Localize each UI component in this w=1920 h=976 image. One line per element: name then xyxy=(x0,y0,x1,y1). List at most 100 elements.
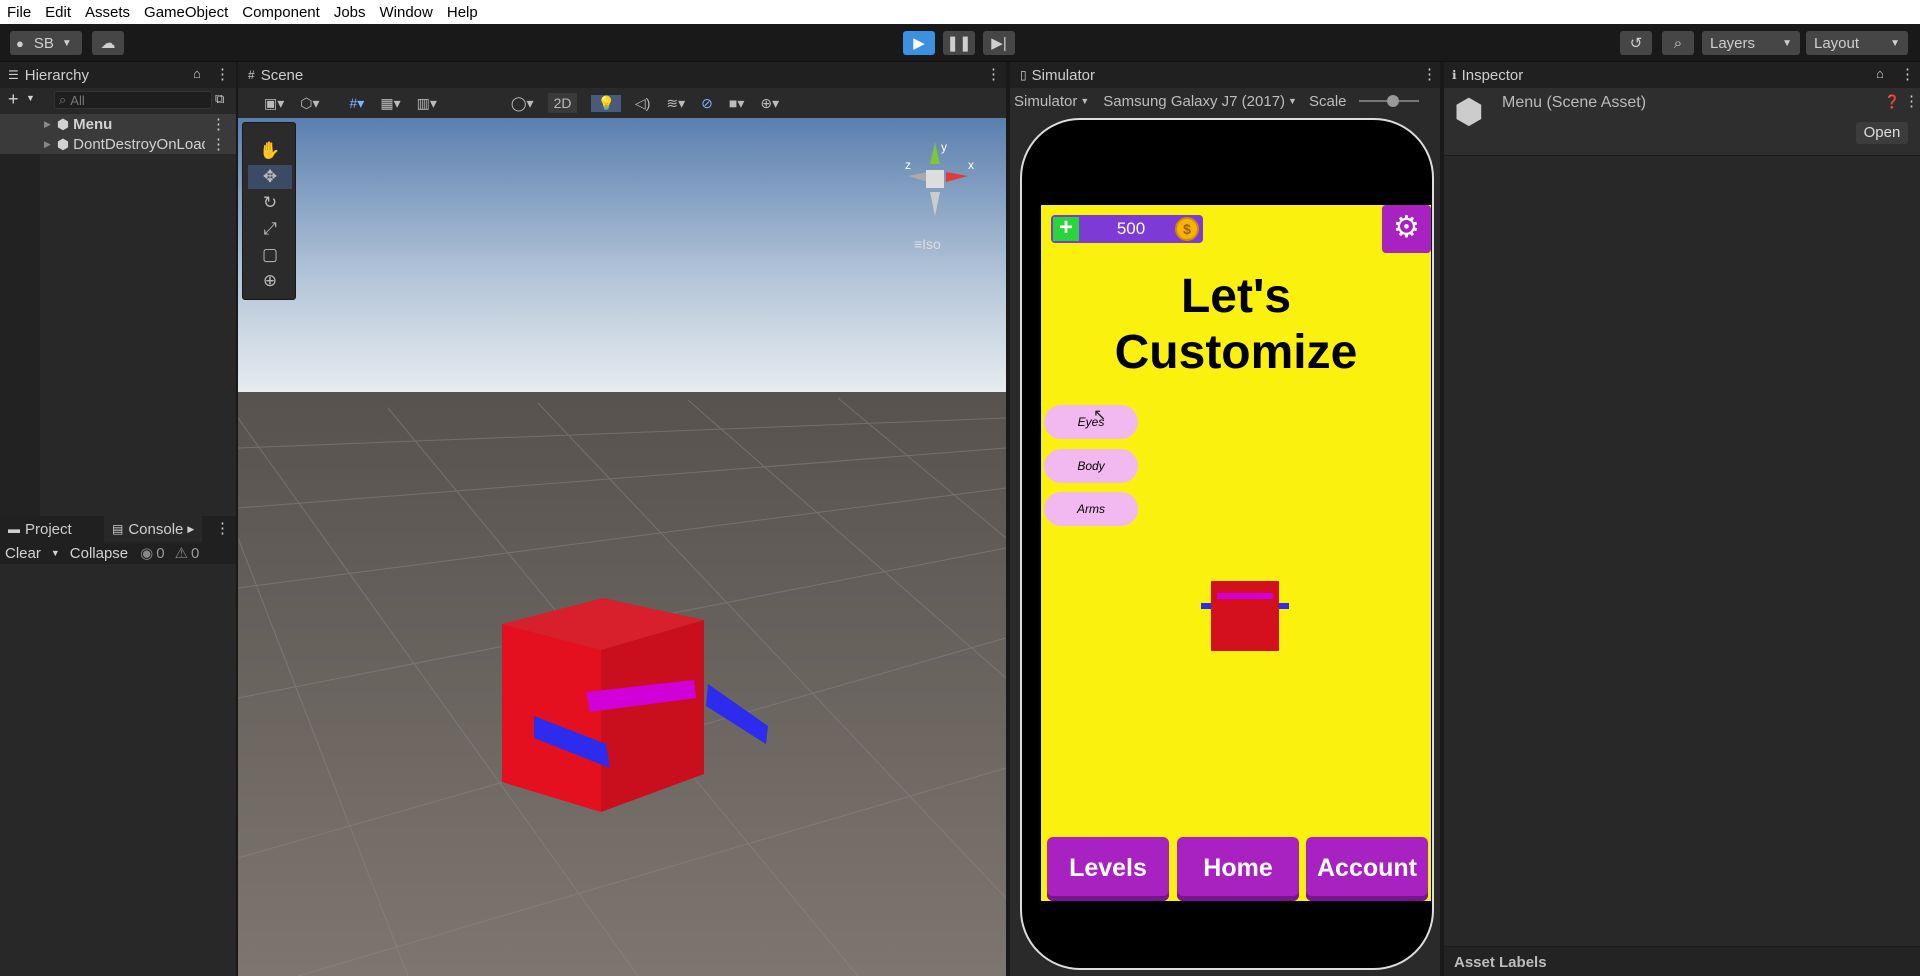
menu-help[interactable]: Help xyxy=(440,4,485,21)
chevron-down-icon[interactable]: ▼ xyxy=(51,548,60,558)
game-screen[interactable]: + 500 $ ⚙ Let's Customize Eyes Body Arms… xyxy=(1041,205,1431,901)
hand-icon: ✋ xyxy=(259,141,281,160)
warning-icon[interactable]: ⚠ xyxy=(175,544,188,562)
cloud-icon: ☁ xyxy=(100,35,116,52)
kebab-menu-icon[interactable]: ⋮ xyxy=(215,519,230,537)
scale-slider[interactable] xyxy=(1358,95,1419,107)
menu-jobs[interactable]: Jobs xyxy=(327,4,373,21)
category-eyes-button[interactable]: Eyes xyxy=(1044,405,1138,439)
device-dropdown[interactable]: Samsung Galaxy J7 (2017) xyxy=(1103,93,1285,110)
clear-button[interactable]: Clear xyxy=(5,545,41,562)
nav-levels-button[interactable]: Levels xyxy=(1047,837,1169,901)
kebab-menu-icon[interactable]: ⋮ xyxy=(986,65,1001,83)
scale-tool[interactable]: ⤢ xyxy=(248,217,292,241)
simulator-mode-dropdown[interactable]: Simulator xyxy=(1014,93,1077,110)
open-button[interactable]: Open xyxy=(1856,122,1908,144)
kebab-menu-icon[interactable]: ⋮ xyxy=(1422,65,1437,83)
gizmos-icon[interactable]: ⊕▾ xyxy=(760,95,779,112)
hierarchy-item-menu[interactable]: ▶ ⬢ Menu ⋮ xyxy=(0,114,236,134)
account-dropdown[interactable]: ● SB ▼ xyxy=(10,31,82,55)
layers-label: Layers xyxy=(1710,34,1756,52)
render-mode-icon[interactable]: ⬡▾ xyxy=(300,95,319,112)
tab-hierarchy[interactable]: ☰ Hierarchy xyxy=(8,62,89,88)
rotate-tool[interactable]: ↻ xyxy=(248,191,292,215)
cloud-button[interactable]: ☁ xyxy=(92,31,124,55)
rect-tool[interactable]: ▢ xyxy=(248,243,292,267)
grid-snap-icon[interactable]: #▾ xyxy=(350,95,365,112)
menu-gameobject[interactable]: GameObject xyxy=(137,4,235,21)
hierarchy-header: ☰ Hierarchy ⌂ ⋮ xyxy=(0,62,236,88)
lighting-icon[interactable]: 💡 xyxy=(591,94,621,112)
category-arms-button[interactable]: Arms xyxy=(1044,492,1138,526)
lock-icon[interactable]: ⌂ xyxy=(1876,66,1884,81)
move-icon: ✥ xyxy=(262,167,278,186)
camera-icon[interactable]: ■▾ xyxy=(729,95,744,112)
device-frame: + 500 $ ⚙ Let's Customize Eyes Body Arms… xyxy=(1020,118,1434,970)
scene-toolbar: ▣▾ ⬡▾ #▾ ▦▾ ▥▾ ◯▾ 2D 💡 ◁) ≋▾ ⊘ ■▾ ⊕▾ xyxy=(238,88,1006,118)
mode-2d-button[interactable]: 2D xyxy=(547,93,578,113)
kebab-menu-icon[interactable]: ⋮ xyxy=(215,65,230,83)
effects-icon[interactable]: ≋▾ xyxy=(666,95,685,112)
tab-console[interactable]: ▤ Console ▶ xyxy=(104,516,203,542)
layout-dropdown[interactable]: Layout ▼ xyxy=(1806,31,1908,55)
chevron-down-icon[interactable]: ▼ xyxy=(26,93,35,103)
tab-inspector[interactable]: ℹ Inspector xyxy=(1452,62,1523,88)
play-button[interactable]: ▶ xyxy=(903,31,935,55)
lock-icon[interactable]: ⌂ xyxy=(193,66,201,81)
scale-slider-handle[interactable] xyxy=(1386,95,1399,107)
kebab-menu-icon[interactable]: ⋮ xyxy=(1904,92,1919,110)
category-label: Body xyxy=(1077,459,1105,473)
transform-tool[interactable]: ⊕ xyxy=(248,269,292,293)
hierarchy-search-input[interactable]: ⌕ All xyxy=(54,91,212,109)
scene-viewport xyxy=(238,118,1006,976)
layers-dropdown[interactable]: Layers ▼ xyxy=(1702,31,1800,55)
projection-label[interactable]: ≡Iso xyxy=(914,236,941,252)
hierarchy-item-dontdestroyonload[interactable]: ▶ ⬢ DontDestroyOnLoad ⋮ xyxy=(0,134,236,154)
step-button[interactable]: ▶| xyxy=(983,31,1015,55)
history-button[interactable]: ↺ xyxy=(1620,31,1652,55)
expand-icon[interactable]: ⧉ xyxy=(215,91,224,107)
coin-count: 500 xyxy=(1116,219,1146,238)
mouse-cursor-icon: ↖ xyxy=(1093,407,1107,424)
tab-scene[interactable]: # Scene xyxy=(248,62,303,88)
rotate-icon: ↻ xyxy=(262,193,278,212)
increment-snap-icon[interactable]: ▦▾ xyxy=(380,95,400,112)
category-label: Arms xyxy=(1077,502,1105,516)
collapse-button[interactable]: Collapse xyxy=(70,545,128,562)
search-icon: ⌕ xyxy=(1673,34,1683,52)
menu-window[interactable]: Window xyxy=(373,4,440,21)
search-button[interactable]: ⌕ xyxy=(1662,31,1694,55)
visibility-icon[interactable]: ⊘ xyxy=(701,95,713,112)
kebab-menu-icon[interactable]: ⋮ xyxy=(1900,65,1915,83)
shading-icon[interactable]: ◯▾ xyxy=(511,95,534,112)
menu-component[interactable]: Component xyxy=(235,4,327,21)
move-tool[interactable]: ✥ xyxy=(248,165,292,189)
menu-assets[interactable]: Assets xyxy=(78,4,137,21)
add-coins-button[interactable]: + xyxy=(1053,214,1079,241)
tab-project[interactable]: ▬ Project xyxy=(8,516,72,542)
draw-mode-icon[interactable]: ▣▾ xyxy=(264,95,284,112)
audio-icon[interactable]: ◁) xyxy=(635,95,650,112)
add-icon[interactable]: + xyxy=(8,89,19,110)
error-icon[interactable]: ◉ xyxy=(140,544,153,562)
kebab-menu-icon[interactable]: ⋮ xyxy=(211,115,226,133)
ruler-icon[interactable]: ▥▾ xyxy=(417,95,437,112)
nav-home-button[interactable]: Home xyxy=(1177,837,1299,901)
kebab-menu-icon[interactable]: ⋮ xyxy=(211,135,226,153)
menu-edit[interactable]: Edit xyxy=(38,4,78,21)
hand-tool[interactable]: ✋ xyxy=(248,139,292,163)
menu-file[interactable]: File xyxy=(0,4,38,21)
cube-front-face xyxy=(502,624,601,812)
nav-account-button[interactable]: Account xyxy=(1306,837,1428,901)
plus-icon: + xyxy=(1058,214,1073,241)
chevron-right-icon[interactable]: ▶ xyxy=(44,139,51,150)
category-body-button[interactable]: Body xyxy=(1044,449,1138,483)
tab-simulator[interactable]: ▯ Simulator xyxy=(1020,62,1095,88)
transform-icon: ⊕ xyxy=(262,271,278,290)
help-icon[interactable]: ❓ xyxy=(1884,94,1900,110)
scene-view[interactable]: y z x ≡Iso ✋ ✥ ↻ ⤢ ▢ ⊕ xyxy=(238,118,1006,976)
settings-button[interactable]: ⚙ xyxy=(1382,205,1431,253)
hierarchy-title: Hierarchy xyxy=(24,66,89,84)
pause-button[interactable]: ❚❚ xyxy=(943,31,975,55)
chevron-right-icon[interactable]: ▶ xyxy=(44,119,51,130)
